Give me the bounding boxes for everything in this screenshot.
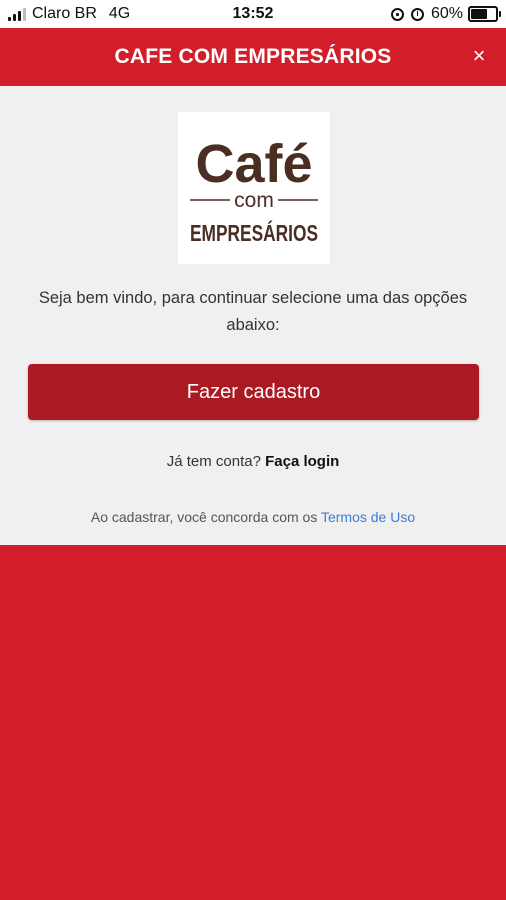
terms-link[interactable]: Termos de Uso [321,509,415,525]
login-prompt-text: Já tem conta? [166,453,261,470]
battery-percentage: 60% [430,5,463,22]
logo-graphic: Café com EMPRESÁRIOS [190,134,318,246]
alarm-icon [410,7,424,21]
login-prompt-line: Já tem conta? Faça login [0,453,506,470]
signup-button[interactable]: Fazer cadastro [28,364,479,420]
header-bar: CAFE COM EMPRESÁRIOS × [0,28,506,86]
welcome-panel: Café com EMPRESÁRIOS Seja bem vindo, par… [0,86,506,545]
page-title: CAFE COM EMPRESÁRIOS [114,45,392,68]
rotation-lock-icon [390,7,404,21]
login-link[interactable]: Faça login [265,453,339,470]
logo-word-empresarios: EMPRESÁRIOS [190,219,318,246]
welcome-message: Seja bem vindo, para continuar selecione… [38,289,468,334]
status-right: 60% [390,5,501,23]
battery-icon [468,6,501,22]
terms-text: Ao cadastrar, você concorda com os [90,509,318,525]
logo-word-cafe: Café [195,134,312,194]
status-bar: Claro BR 4G 13:52 60% [0,0,506,28]
close-button[interactable]: × [468,45,490,67]
terms-line: Ao cadastrar, você concorda com os Termo… [0,509,506,525]
brand-logo: Café com EMPRESÁRIOS [178,112,330,264]
logo-word-com: com [234,189,274,212]
